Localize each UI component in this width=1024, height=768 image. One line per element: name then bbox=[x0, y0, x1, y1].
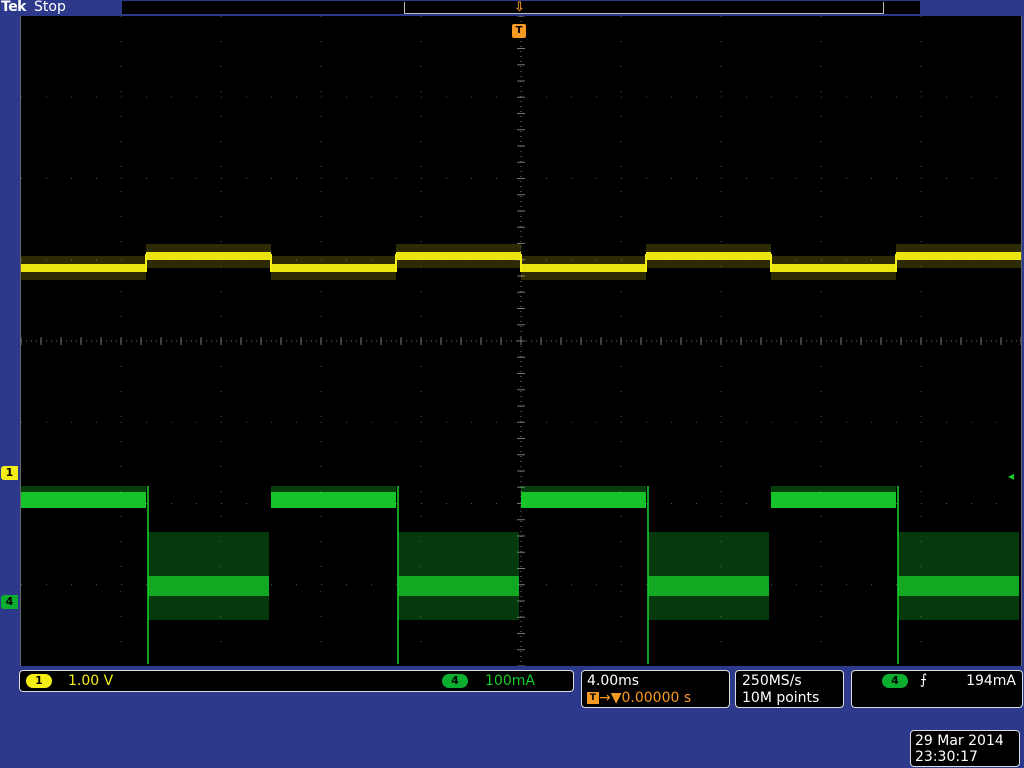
ch4-ripple-core bbox=[398, 576, 519, 596]
ch1-segment bbox=[771, 264, 896, 272]
horizontal-position-value: 0.00000 s bbox=[621, 690, 692, 706]
ch1-segment bbox=[896, 252, 1021, 260]
trigger-icon: T bbox=[587, 692, 599, 704]
timebase-panel[interactable]: 4.00ms T →▼0.00000 s bbox=[581, 670, 730, 708]
ch4-ripple-core bbox=[148, 576, 269, 596]
ch1-waveform bbox=[21, 244, 1021, 280]
datetime-panel: 29 Mar 2014 23:30:17 bbox=[910, 730, 1020, 767]
trigger-position-icon: →▼ bbox=[599, 690, 622, 706]
record-length: 10M points bbox=[742, 690, 820, 706]
ch1-ground-marker[interactable]: 1 bbox=[1, 466, 18, 480]
run-state[interactable]: Stop bbox=[34, 0, 66, 15]
ch4-high-segment bbox=[521, 492, 646, 508]
status-bar: Tek Stop ⇩ bbox=[0, 0, 1024, 16]
trigger-position-arrow-icon: ⇩ bbox=[514, 0, 525, 15]
horizontal-scale: 4.00ms bbox=[587, 673, 640, 689]
ch1-scale: 1.00 V bbox=[68, 673, 114, 689]
rising-edge-icon: ⨍ bbox=[920, 672, 928, 688]
trigger-point-marker[interactable]: T bbox=[512, 24, 526, 38]
record-window[interactable] bbox=[404, 2, 884, 14]
waveform-display[interactable] bbox=[20, 16, 1022, 666]
ch4-high-segment bbox=[771, 492, 896, 508]
ch1-segment bbox=[396, 252, 521, 260]
sample-rate: 250MS/s bbox=[742, 673, 802, 689]
acquisition-panel[interactable]: 250MS/s 10M points bbox=[735, 670, 844, 708]
trigger-level: 194mA bbox=[966, 673, 1016, 689]
ch4-ripple-core bbox=[648, 576, 769, 596]
trigger-source-badge: 4 bbox=[882, 674, 908, 688]
ch4-ground-marker[interactable]: 4 bbox=[1, 595, 18, 609]
ch4-badge[interactable]: 4 bbox=[442, 674, 468, 688]
ch4-high-segment bbox=[21, 492, 146, 508]
channel-readout-panel[interactable]: 1 1.00 V 4 100mA bbox=[19, 670, 574, 692]
ch1-segment bbox=[21, 264, 146, 272]
ch4-waveform bbox=[21, 486, 1019, 664]
horizontal-position: T →▼0.00000 s bbox=[587, 690, 691, 706]
ch1-segment bbox=[271, 264, 396, 272]
ch1-segment bbox=[646, 252, 771, 260]
date-label: 29 Mar 2014 bbox=[915, 733, 1004, 749]
time-label: 23:30:17 bbox=[915, 749, 978, 765]
ch1-segment bbox=[521, 264, 646, 272]
ch4-ripple-core bbox=[898, 576, 1019, 596]
ch1-segment bbox=[146, 252, 271, 260]
ch4-scale: 100mA bbox=[485, 673, 535, 689]
ch1-badge[interactable]: 1 bbox=[26, 674, 52, 688]
ch4-high-segment bbox=[271, 492, 396, 508]
trigger-panel[interactable]: 4 ⨍ 194mA bbox=[851, 670, 1023, 708]
trigger-level-marker[interactable]: ◂ bbox=[1008, 469, 1014, 483]
graticule bbox=[21, 16, 1021, 666]
brand-label: Tek bbox=[1, 0, 27, 15]
